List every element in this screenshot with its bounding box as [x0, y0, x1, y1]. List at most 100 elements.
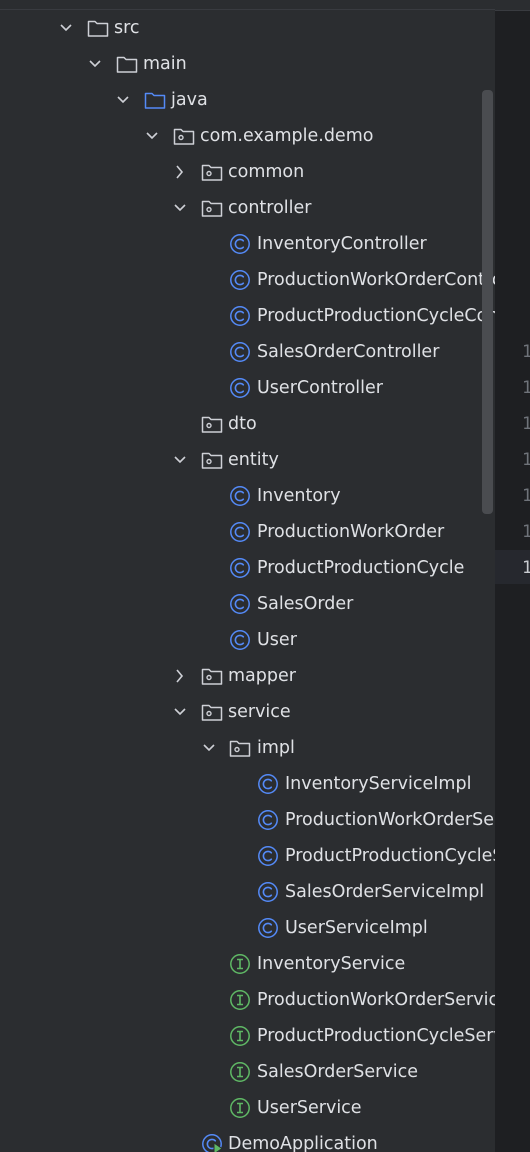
tree-item-label: InventoryServiceImpl — [285, 774, 472, 794]
tree-item-class[interactable]: Inventory — [0, 478, 495, 514]
chevron-down-icon[interactable] — [174, 199, 186, 217]
tree-item-impl[interactable]: impl — [0, 730, 495, 766]
chevron-right-icon[interactable] — [174, 667, 186, 685]
class-icon — [258, 810, 278, 830]
tree-item-class[interactable]: SalesOrder — [0, 586, 495, 622]
folder-icon — [87, 20, 109, 37]
chevron-down-icon[interactable] — [117, 91, 129, 109]
tree-item-label: ProductionWorkOrderServiceImpl — [285, 810, 495, 830]
class-icon — [230, 234, 250, 254]
package-icon — [201, 164, 223, 181]
class-icon — [230, 522, 250, 542]
tree-item-interface[interactable]: ProductionWorkOrderService — [0, 982, 495, 1018]
tree-item-package-root[interactable]: com.example.demo — [0, 118, 495, 154]
tree-item-class[interactable]: ProductProductionCycle — [0, 550, 495, 586]
line-number: 1 — [522, 378, 530, 398]
class-icon — [258, 846, 278, 866]
package-icon — [201, 704, 223, 721]
tree-item-label: impl — [257, 738, 295, 758]
tree-item-interface[interactable]: SalesOrderService — [0, 1054, 495, 1090]
chevron-down-icon[interactable] — [203, 739, 215, 757]
interface-icon — [230, 1062, 250, 1082]
tree-item-label: src — [114, 18, 140, 38]
tree-item-label: SalesOrderController — [257, 342, 440, 362]
tree-item-label: UserController — [257, 378, 383, 398]
chevron-down-icon[interactable] — [146, 127, 158, 145]
tree-item-interface[interactable]: InventoryService — [0, 946, 495, 982]
package-icon — [173, 128, 195, 145]
tree-item-mapper[interactable]: mapper — [0, 658, 495, 694]
tree-item-label: controller — [228, 198, 312, 218]
tree-item-label: DemoApplication — [228, 1134, 378, 1152]
tree-item-main-class[interactable]: DemoApplication — [0, 1126, 495, 1152]
chevron-down-icon[interactable] — [174, 703, 186, 721]
tree-item-label: SalesOrderService — [257, 1062, 418, 1082]
tree-item-interface[interactable]: ProductProductionCycleService — [0, 1018, 495, 1054]
tree-item-label: InventoryController — [257, 234, 427, 254]
tree-item-label: InventoryService — [257, 954, 406, 974]
line-number: 1 — [522, 414, 530, 434]
tree-item-label: Inventory — [257, 486, 341, 506]
interface-icon — [230, 954, 250, 974]
tree-item-controller[interactable]: controller — [0, 190, 495, 226]
line-number-current: 1 — [522, 558, 530, 578]
class-icon — [230, 378, 250, 398]
tree-item-class[interactable]: SalesOrderServiceImpl — [0, 874, 495, 910]
tree-item-src[interactable]: src — [0, 10, 495, 46]
tree-item-service[interactable]: service — [0, 694, 495, 730]
tree-item-label: ProductionWorkOrderController — [257, 270, 495, 290]
project-tree[interactable]: src main java com.example.demo common co… — [0, 10, 495, 1152]
class-icon — [230, 486, 250, 506]
class-icon — [230, 558, 250, 578]
chevron-right-icon[interactable] — [174, 163, 186, 181]
tree-item-class[interactable]: ProductionWorkOrderController — [0, 262, 495, 298]
editor-gutter: 1 1 1 1 1 1 1 — [495, 0, 530, 1152]
chevron-down-icon[interactable] — [89, 55, 101, 73]
tree-item-label: UserServiceImpl — [285, 918, 428, 938]
interface-icon — [230, 990, 250, 1010]
line-number: 1 — [522, 342, 530, 362]
source-folder-icon — [144, 92, 166, 109]
tree-item-class[interactable]: ProductProductionCycleController — [0, 298, 495, 334]
interface-icon — [230, 1098, 250, 1118]
tree-item-class[interactable]: InventoryServiceImpl — [0, 766, 495, 802]
tree-item-label: ProductionWorkOrderService — [257, 990, 495, 1010]
tree-item-label: mapper — [228, 666, 296, 686]
tree-item-label: ProductProductionCycleController — [257, 306, 495, 326]
tree-item-label: UserService — [257, 1098, 362, 1118]
tree-item-label: dto — [228, 414, 257, 434]
package-icon — [201, 200, 223, 217]
chevron-down-icon[interactable] — [60, 19, 72, 37]
class-icon — [230, 306, 250, 326]
folder-icon — [116, 56, 138, 73]
tree-item-common[interactable]: common — [0, 154, 495, 190]
ide-window: src main java com.example.demo common co… — [0, 0, 530, 1152]
tree-vertical-scrollbar[interactable] — [482, 90, 493, 514]
tree-item-class[interactable]: ProductionWorkOrderServiceImpl — [0, 802, 495, 838]
tree-item-label: SalesOrder — [257, 594, 354, 614]
line-number: 1 — [522, 486, 530, 506]
tree-item-label: java — [171, 90, 208, 110]
tree-item-label: common — [228, 162, 305, 182]
package-icon — [201, 452, 223, 469]
package-icon — [229, 740, 251, 757]
tree-item-class[interactable]: ProductionWorkOrder — [0, 514, 495, 550]
tree-item-class[interactable]: SalesOrderController — [0, 334, 495, 370]
tree-item-entity[interactable]: entity — [0, 442, 495, 478]
tree-item-interface[interactable]: UserService — [0, 1090, 495, 1126]
chevron-down-icon[interactable] — [174, 451, 186, 469]
class-icon — [230, 342, 250, 362]
tree-item-class[interactable]: UserController — [0, 370, 495, 406]
tree-item-class[interactable]: ProductProductionCycleServiceImpl — [0, 838, 495, 874]
package-icon — [201, 416, 223, 433]
tree-item-java[interactable]: java — [0, 82, 495, 118]
tree-item-class[interactable]: InventoryController — [0, 226, 495, 262]
tree-item-class[interactable]: User — [0, 622, 495, 658]
tree-item-label: SalesOrderServiceImpl — [285, 882, 485, 902]
tree-item-label: main — [143, 54, 187, 74]
tree-item-label: service — [228, 702, 291, 722]
tree-item-label: ProductionWorkOrder — [257, 522, 445, 542]
tree-item-dto[interactable]: dto — [0, 406, 495, 442]
tree-item-class[interactable]: UserServiceImpl — [0, 910, 495, 946]
tree-item-main[interactable]: main — [0, 46, 495, 82]
